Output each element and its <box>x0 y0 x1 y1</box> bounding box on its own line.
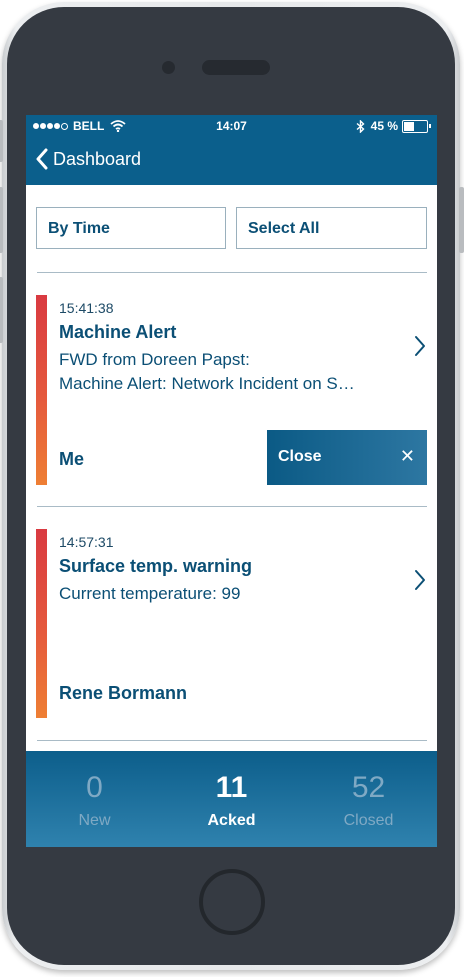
select-all-button[interactable]: Select All <box>236 207 427 249</box>
severity-bar <box>36 529 47 718</box>
close-alert-label: Close <box>278 448 322 465</box>
sort-by-time-label: By Time <box>48 220 110 237</box>
alert-time: 14:57:31 <box>59 534 114 550</box>
divider <box>37 740 427 741</box>
alert-description-line: Current temperature: 99 <box>59 584 241 603</box>
alert-title: Machine Alert <box>59 322 177 342</box>
tab-count: 52 <box>351 771 386 804</box>
alert-description-line: Machine Alert: Network Incident on S… <box>59 374 355 393</box>
alert-description-line: FWD from Doreen Papst: <box>59 350 250 369</box>
home-button[interactable] <box>199 869 265 935</box>
battery-percent: 45 % <box>370 119 398 133</box>
alert-description: FWD from Doreen Papst: Machine Alert: Ne… <box>59 348 399 396</box>
tab-count: 0 <box>86 771 103 804</box>
close-alert-button[interactable]: Close ✕ <box>267 430 427 485</box>
volume-up-button <box>0 187 3 253</box>
chevron-left-icon <box>36 148 48 170</box>
divider <box>37 506 427 507</box>
tab-count: 11 <box>215 771 248 804</box>
alert-item[interactable]: 15:41:38 Machine Alert FWD from Doreen P… <box>36 295 427 485</box>
status-tab-bar: 0 New 11 Acked 52 Closed <box>26 751 437 847</box>
alert-title: Surface temp. warning <box>59 556 253 576</box>
app-screen: BELL 14:07 45 % Dashboard By Time Select… <box>26 115 437 847</box>
bluetooth-icon <box>356 119 365 133</box>
tab-acked[interactable]: 11 Acked <box>163 751 300 847</box>
divider <box>37 272 427 273</box>
sort-by-time-button[interactable]: By Time <box>36 207 226 249</box>
chevron-right-icon[interactable] <box>413 569 427 591</box>
tab-label: New <box>78 812 111 829</box>
alert-owner: Rene Bormann <box>59 683 188 703</box>
severity-bar <box>36 295 47 485</box>
battery-icon <box>402 119 431 133</box>
power-button <box>459 187 464 253</box>
select-all-label: Select All <box>248 220 320 237</box>
alert-time: 15:41:38 <box>59 300 114 316</box>
status-bar: BELL 14:07 45 % <box>26 115 437 137</box>
volume-down-button <box>0 277 3 343</box>
navigation-bar: Dashboard <box>26 137 437 185</box>
tab-label: Closed <box>343 812 394 829</box>
front-camera <box>162 61 175 74</box>
alert-item[interactable]: 14:57:31 Surface temp. warning Current t… <box>36 529 427 719</box>
chevron-right-icon[interactable] <box>413 335 427 357</box>
earpiece-speaker <box>202 60 270 75</box>
back-button[interactable]: Dashboard <box>35 148 141 170</box>
tab-label: Acked <box>207 812 256 829</box>
tab-new[interactable]: 0 New <box>26 751 163 847</box>
close-icon: ✕ <box>399 446 415 466</box>
alert-owner: Me <box>59 449 85 469</box>
alert-description: Current temperature: 99 <box>59 582 399 606</box>
status-right: 45 % <box>356 119 431 133</box>
tab-closed[interactable]: 52 Closed <box>300 751 437 847</box>
back-button-label: Dashboard <box>53 148 142 169</box>
mute-switch <box>0 120 3 162</box>
